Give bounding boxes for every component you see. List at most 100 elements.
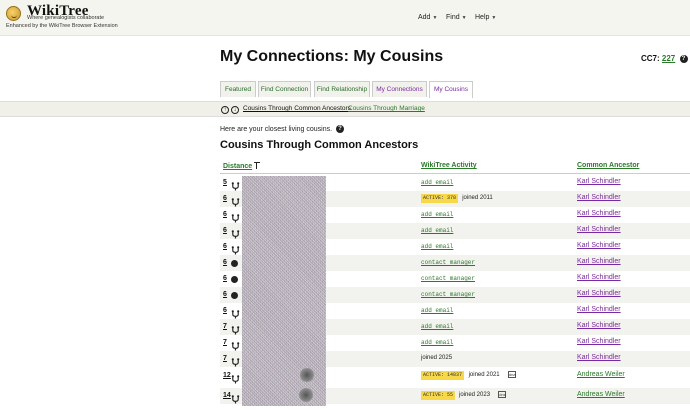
tab-my-cousins[interactable]: My Cousins — [429, 81, 473, 98]
common-ancestor-link[interactable]: Karl Schindler — [577, 226, 621, 233]
distance-link[interactable]: 6 — [223, 227, 227, 234]
tab-label: Find Relationship — [316, 86, 368, 93]
common-ancestor-link[interactable]: Karl Schindler — [577, 338, 621, 345]
blurred-names-overlay — [242, 176, 326, 406]
activity-link[interactable]: add email — [421, 243, 453, 250]
relationship-tree-icon[interactable] — [231, 178, 240, 191]
relationship-tree-icon[interactable] — [231, 210, 240, 223]
common-ancestor-link[interactable]: Andreas Weiler — [577, 371, 625, 378]
relationship-tree-icon[interactable] — [231, 242, 240, 255]
activity-link[interactable]: contact manager — [421, 259, 475, 266]
distance-link[interactable]: 6 — [223, 275, 227, 282]
nav-find-label: Find — [446, 14, 460, 21]
tab-label: Find Connection — [260, 86, 309, 93]
distance-link[interactable]: 12 — [223, 372, 231, 379]
common-ancestor-link[interactable]: Karl Schindler — [577, 306, 621, 313]
relationship-tree-icon[interactable] — [231, 194, 240, 207]
relationship-tree-icon[interactable] — [231, 322, 240, 335]
tab-find-relationship[interactable]: Find Relationship — [314, 81, 370, 97]
distance-link[interactable]: 6 — [223, 243, 227, 250]
activity-link[interactable]: contact manager — [421, 291, 475, 298]
distance-link[interactable]: 6 — [223, 291, 227, 298]
column-header-distance[interactable]: Distance — [223, 162, 261, 170]
activity-link[interactable]: add email — [421, 307, 453, 314]
distance-link[interactable]: 7 — [223, 355, 227, 362]
help-icon[interactable]: ? — [679, 55, 688, 63]
arrow-up-icon[interactable]: ↑ — [221, 106, 229, 114]
extension-note: Enhanced by the WikiTree Browser Extensi… — [6, 23, 118, 29]
common-ancestor-link[interactable]: Karl Schindler — [577, 194, 621, 201]
relationship-tree-icon[interactable] — [231, 371, 240, 384]
dna-icon[interactable]: dna — [498, 391, 507, 398]
activity-link[interactable]: add email — [421, 339, 453, 346]
common-ancestor-link[interactable]: Karl Schindler — [577, 274, 621, 281]
page-title: My Connections: My Cousins — [220, 48, 444, 65]
relationship-tree-icon[interactable] — [231, 226, 240, 239]
common-ancestor-link[interactable]: Karl Schindler — [577, 354, 621, 361]
tab-my-connections[interactable]: My Connections — [372, 81, 427, 97]
chevron-down-icon: ▼ — [432, 15, 438, 21]
tab-label: Featured — [224, 86, 252, 93]
common-ancestor-link[interactable]: Andreas Weiler — [577, 391, 625, 398]
common-ancestor-link[interactable]: Karl Schindler — [577, 210, 621, 217]
activity-link[interactable]: add email — [421, 227, 453, 234]
nav-help-label: Help — [475, 14, 490, 21]
subnav-through-marriage[interactable]: Cousins Through Marriage — [348, 105, 425, 112]
intro-label: Here are your closest living cousins. — [220, 126, 333, 133]
tagline: Where genealogists collaborate — [27, 15, 105, 21]
chevron-down-icon: ▼ — [461, 15, 467, 21]
joined-text: joined 2021 — [468, 372, 500, 378]
column-header-common-ancestor[interactable]: Common Ancestor — [577, 162, 639, 169]
avatar — [299, 388, 313, 402]
distance-link[interactable]: 6 — [223, 211, 227, 218]
activity-link[interactable]: add email — [421, 211, 453, 218]
joined-text: joined 2023 — [459, 392, 491, 398]
nav-add-label: Add — [418, 14, 431, 21]
relationship-tree-icon[interactable] — [231, 354, 240, 367]
activity-link[interactable]: add email — [421, 323, 453, 330]
header-divider — [220, 173, 690, 174]
activity-badge: ACTIVE: 14837 — [421, 371, 465, 380]
common-ancestor-link[interactable]: Karl Schindler — [577, 290, 621, 297]
distance-link[interactable]: 7 — [223, 339, 227, 346]
no-tree-dot-icon — [231, 292, 238, 299]
cc7-value-link[interactable]: 227 — [662, 54, 675, 63]
nav-add[interactable]: Add ▼ — [418, 14, 437, 21]
common-ancestor-link[interactable]: Karl Schindler — [577, 242, 621, 249]
column-header-activity[interactable]: WikiTree Activity — [421, 162, 477, 169]
dna-icon[interactable]: dna — [507, 371, 516, 378]
arrow-down-icon[interactable]: ↓ — [231, 106, 239, 114]
common-ancestor-link[interactable]: Karl Schindler — [577, 178, 621, 185]
help-icon[interactable]: ? — [336, 125, 345, 133]
site-header: WikiTree Where genealogists collaborate … — [0, 0, 690, 36]
relationship-tree-icon[interactable] — [231, 391, 240, 404]
relationship-tree-icon[interactable] — [231, 306, 240, 319]
activity-link[interactable]: contact manager — [421, 275, 475, 282]
tab-label: My Cousins — [434, 86, 468, 93]
nav-find[interactable]: Find ▼ — [446, 14, 467, 21]
common-ancestor-link[interactable]: Karl Schindler — [577, 258, 621, 265]
distance-link[interactable]: 6 — [223, 307, 227, 314]
tab-featured[interactable]: Featured — [220, 81, 256, 97]
distance-link[interactable]: 14 — [223, 392, 231, 399]
activity-link[interactable]: add email — [421, 179, 453, 186]
no-tree-dot-icon — [231, 260, 238, 267]
activity-badge: ACTIVE: 55 — [421, 391, 456, 400]
joined-text: joined 2011 — [462, 195, 493, 201]
distance-link[interactable]: 7 — [223, 323, 227, 330]
distance-link[interactable]: 6 — [223, 195, 227, 202]
relationship-tree-icon[interactable] — [231, 338, 240, 351]
distance-link[interactable]: 6 — [223, 259, 227, 266]
intro-text: Here are your closest living cousins. ? — [220, 125, 345, 133]
nav-help[interactable]: Help ▼ — [475, 14, 496, 21]
tab-label: My Connections — [376, 86, 423, 93]
subnav-common-ancestors[interactable]: Cousins Through Common Ancestors — [243, 105, 351, 112]
wikitree-logo-icon[interactable] — [6, 6, 21, 21]
distance-link[interactable]: 5 — [223, 179, 227, 186]
common-ancestor-link[interactable]: Karl Schindler — [577, 322, 621, 329]
cc7-count: CC7: 227 ? — [641, 54, 688, 63]
no-tree-dot-icon — [231, 276, 238, 283]
sort-icon[interactable] — [254, 162, 261, 169]
column-header-label: Distance — [223, 163, 253, 170]
tab-find-connection[interactable]: Find Connection — [258, 81, 311, 97]
